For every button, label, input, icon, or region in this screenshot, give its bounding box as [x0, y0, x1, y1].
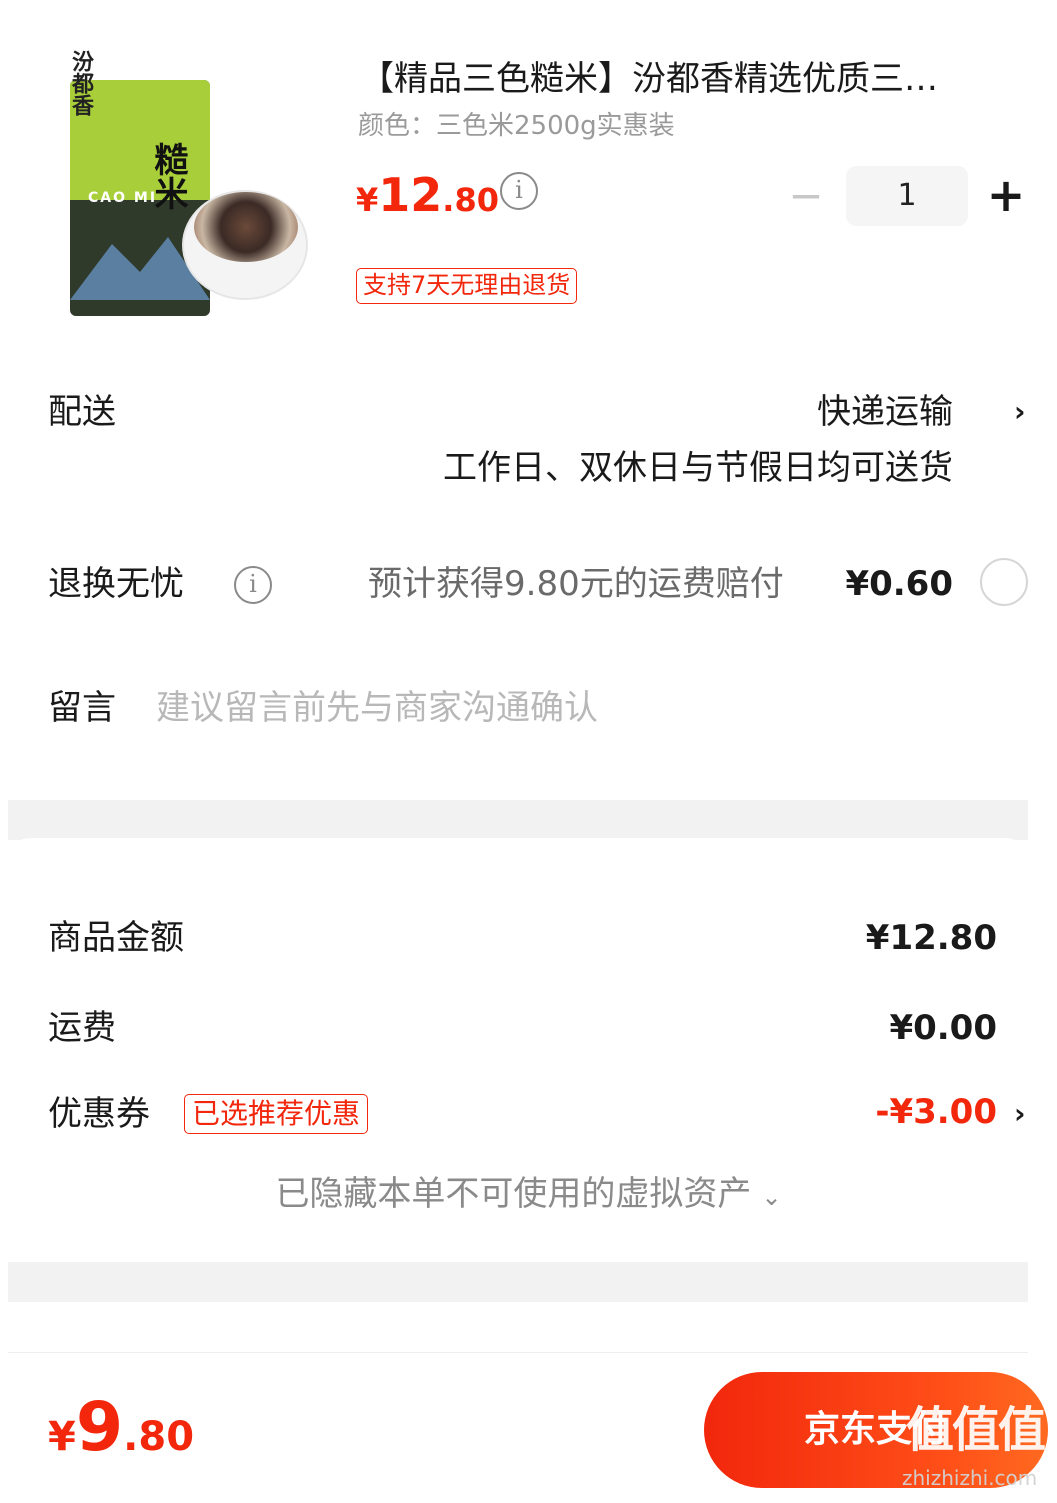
brand-logo: 汾都香 [68, 50, 94, 116]
section-separator [8, 800, 1028, 840]
goods-amount-value: ¥12.80 [865, 918, 997, 958]
message-input[interactable] [156, 682, 1016, 734]
bag-caption-latin: CAO MI [88, 190, 158, 206]
shipping-fee-label: 运费 [48, 1008, 116, 1048]
coupon-selected-badge: 已选推荐优惠 [184, 1094, 369, 1134]
delivery-method[interactable]: 快递运输 [817, 390, 953, 434]
product-title[interactable]: 【精品三色糙米】汾都香精选优质三… [360, 56, 1028, 102]
footer-divider [8, 1352, 1028, 1353]
product-spec[interactable]: 颜色：三色米2500g实惠装 [358, 108, 675, 144]
price-currency: ¥ [356, 181, 379, 219]
quantity-decrease-button[interactable]: − [786, 175, 826, 218]
info-icon[interactable]: i [234, 566, 272, 604]
summary-card-top [8, 838, 1028, 878]
total-currency: ¥ [48, 1414, 76, 1460]
price-decimal: .80 [442, 181, 499, 219]
hidden-assets-toggle[interactable]: 已隐藏本单不可使用的虚拟资产 ⌄ [0, 1172, 1057, 1219]
coupon-label: 优惠券 [48, 1094, 150, 1134]
chevron-down-icon: ⌄ [761, 1183, 782, 1211]
quantity-input[interactable]: 1 [846, 166, 968, 226]
hidden-assets-note: 已隐藏本单不可使用的虚拟资产 [275, 1174, 752, 1214]
delivery-label: 配送 [48, 392, 116, 432]
return-insurance-radio[interactable] [980, 558, 1028, 606]
return-policy-badge: 支持7天无理由退货 [356, 268, 578, 304]
quantity-increase-button[interactable]: + [984, 172, 1028, 218]
price-info-icon[interactable]: i [500, 172, 538, 210]
product-price: ¥ 12 .80 [356, 168, 499, 224]
price-integer: 12 [378, 168, 443, 222]
return-insurance-description: 预计获得9.80元的运费赔付 [368, 564, 784, 604]
return-insurance-price: ¥0.60 [845, 564, 953, 604]
watermark: 值值值 zhizhizhi.com [898, 1400, 1048, 1500]
shipping-fee-value: ¥0.00 [889, 1008, 997, 1048]
total-integer: 9 [75, 1388, 124, 1467]
return-insurance-label: 退换无忧 [48, 564, 184, 604]
rice-grains-image [194, 192, 298, 262]
product-image[interactable]: 糙米 CAO MI 汾都香 [48, 40, 318, 330]
chevron-right-icon[interactable]: › [1014, 392, 1026, 432]
section-separator-bottom [8, 1262, 1028, 1302]
watermark-logo: 值值值 [906, 1402, 1046, 1458]
product-card: 糙米 CAO MI 汾都香 【精品三色糙米】汾都香精选优质三… 颜色：三色米25… [0, 0, 1057, 360]
total-price: ¥ 9 .80 [48, 1388, 194, 1468]
goods-amount-label: 商品金额 [48, 918, 184, 958]
total-decimal: .80 [123, 1414, 195, 1460]
delivery-note: 工作日、双休日与节假日均可送货 [443, 448, 953, 488]
watermark-text: zhizhizhi.com [902, 1466, 1038, 1490]
message-label: 留言 [48, 688, 116, 728]
coupon-discount-value[interactable]: -¥3.00 [875, 1090, 997, 1134]
coupon-chevron-right-icon[interactable]: › [1014, 1094, 1026, 1134]
